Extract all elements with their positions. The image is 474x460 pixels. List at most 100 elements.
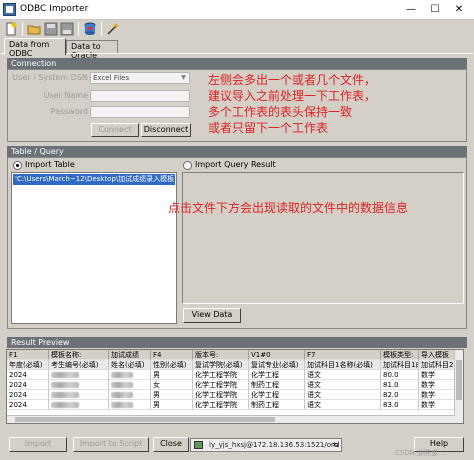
grid-cell[interactable]: 加试科目1成绩: [381, 360, 419, 370]
grid-cell[interactable]: 化学工程学院: [193, 400, 249, 410]
import-to-script-button[interactable]: Import to Script: [73, 437, 149, 452]
redaction-blur: [51, 382, 79, 388]
redacted-cell[interactable]: [49, 380, 109, 390]
tab-data-from-odbc[interactable]: Data from ODBC: [4, 38, 66, 58]
grid-cell[interactable]: 女: [151, 380, 193, 390]
grid-cell[interactable]: 化学工程学院: [193, 370, 249, 380]
new-document-icon[interactable]: [4, 22, 18, 36]
column-header[interactable]: F7: [305, 350, 381, 360]
grid-cell[interactable]: 制药工程: [249, 380, 305, 390]
vertical-scrollbar[interactable]: [454, 350, 463, 423]
redaction-blur: [111, 392, 133, 398]
grid-cell[interactable]: 2024: [7, 380, 49, 390]
table-row: 2024 女 化学工程学院 制药工程 语文 81.0 数学: [7, 380, 463, 390]
grid-cell[interactable]: 语文: [305, 390, 381, 400]
chevron-down-icon[interactable]: ▼: [179, 74, 188, 82]
database-icon[interactable]: [83, 22, 97, 36]
scrollbar-thumb[interactable]: [456, 360, 462, 400]
table-row: 2024 男 化学工程学院 制药工程 语文 83.0 数学: [7, 400, 463, 410]
grid-cell[interactable]: 数学: [419, 400, 457, 410]
close-button[interactable]: Close: [153, 437, 189, 452]
grid-cell[interactable]: 2024: [7, 370, 49, 380]
column-header[interactable]: 版本号:: [193, 350, 249, 360]
minimize-button[interactable]: —: [400, 2, 422, 17]
username-field[interactable]: [90, 90, 190, 102]
grid-cell[interactable]: 加试科目2名: [419, 360, 457, 370]
grid-cell[interactable]: 80.0: [381, 370, 419, 380]
grid-cell[interactable]: 数学: [419, 390, 457, 400]
grid-cell[interactable]: 2024: [7, 390, 49, 400]
grid-cell[interactable]: 化学工程: [249, 370, 305, 380]
grid-cell[interactable]: 数学: [419, 380, 457, 390]
result-preview-header: Result Preview: [7, 337, 467, 348]
window-title: ODBC Importer: [20, 4, 89, 14]
link-icon[interactable]: ⇆: [333, 441, 341, 449]
save-icon[interactable]: [44, 22, 58, 36]
grid-cell[interactable]: 数学: [419, 370, 457, 380]
column-header[interactable]: 导入模板: [419, 350, 457, 360]
query-textarea[interactable]: [182, 172, 464, 304]
grid-cell[interactable]: 82.0: [381, 390, 419, 400]
column-header[interactable]: 加试成绩: [109, 350, 151, 360]
redacted-cell[interactable]: [49, 390, 109, 400]
grid-cell[interactable]: 男: [151, 370, 193, 380]
table-row: 2024 男 化学工程学院 化学工程 语文 80.0 数学: [7, 370, 463, 380]
import-query-radio[interactable]: [183, 161, 192, 170]
dsn-combo[interactable]: Excel Files ▼: [90, 72, 190, 84]
grid-cell[interactable]: 年度(必填): [7, 360, 49, 370]
table-list[interactable]: 'C:\Users\March~12\Desktop\加试成绩录入模板 (: [11, 172, 177, 324]
grid-cell[interactable]: 83.0: [381, 400, 419, 410]
redacted-cell[interactable]: [49, 370, 109, 380]
connection-string-field[interactable]: ly_yjs_hxsj@172.18.136.53:1521/orcl: [190, 438, 342, 452]
result-grid[interactable]: F1 模板名称: 加试成绩 F4 版本号: V1#0 F7 模板类型: 导入模板…: [6, 349, 464, 424]
horizontal-scrollbar[interactable]: [7, 415, 455, 423]
magic-wand-icon[interactable]: [106, 22, 120, 36]
redacted-cell[interactable]: [109, 370, 151, 380]
selected-table-item[interactable]: 'C:\Users\March~12\Desktop\加试成绩录入模板 (: [13, 174, 175, 185]
column-header[interactable]: V1#0: [249, 350, 305, 360]
grid-cell[interactable]: 化学工程学院: [193, 380, 249, 390]
title-bar: ODBC Importer — ☐ ✕: [0, 0, 474, 20]
redacted-cell[interactable]: [49, 400, 109, 410]
grid-cell[interactable]: 语文: [305, 400, 381, 410]
grid-cell[interactable]: 语文: [305, 380, 381, 390]
open-folder-icon[interactable]: [27, 22, 41, 36]
column-header[interactable]: 模板类型:: [381, 350, 419, 360]
redacted-cell[interactable]: [109, 380, 151, 390]
redacted-cell[interactable]: [109, 400, 151, 410]
save-as-icon[interactable]: [60, 22, 74, 36]
grid-cell[interactable]: 男: [151, 400, 193, 410]
import-query-label: Import Query Result: [195, 160, 276, 169]
grid-cell[interactable]: 复试专业(必填): [249, 360, 305, 370]
column-header[interactable]: F4: [151, 350, 193, 360]
maximize-button[interactable]: ☐: [424, 2, 446, 17]
grid-cell[interactable]: 制药工程: [249, 400, 305, 410]
close-window-button[interactable]: ✕: [448, 2, 470, 17]
grid-cell[interactable]: 81.0: [381, 380, 419, 390]
annotation-note-mid: 点击文件下方会出现读取的文件中的数据信息: [168, 201, 409, 215]
redacted-cell[interactable]: [109, 390, 151, 400]
annotation-note-top: 左侧会多出一个或者几个文件， 建议导入之前处理一下工作表， 多个工作表的表头保持…: [208, 72, 376, 136]
grid-cell[interactable]: 语文: [305, 370, 381, 380]
import-table-radio[interactable]: [13, 161, 22, 170]
watermark: CSDN @陈俊 ...: [395, 449, 448, 457]
scrollbar-thumb[interactable]: [15, 417, 275, 422]
grid-cell[interactable]: 化学工程: [249, 390, 305, 400]
grid-cell[interactable]: 考生编号(必填): [49, 360, 109, 370]
grid-cell[interactable]: 化学工程学院: [193, 390, 249, 400]
grid-cell[interactable]: 加试科目1名称(必填): [305, 360, 381, 370]
password-field[interactable]: [90, 106, 190, 118]
grid-cell[interactable]: 2024: [7, 400, 49, 410]
view-data-button[interactable]: View Data: [183, 308, 241, 323]
column-header[interactable]: F1: [7, 350, 49, 360]
grid-cell[interactable]: 男: [151, 390, 193, 400]
connect-button[interactable]: Connect: [91, 123, 139, 137]
grid-cell[interactable]: 姓名(必填): [109, 360, 151, 370]
tab-data-to-oracle[interactable]: Data to Oracle: [66, 40, 118, 60]
password-label: Password: [50, 107, 88, 116]
grid-cell[interactable]: 复试学院(必填): [193, 360, 249, 370]
grid-cell[interactable]: 性别(必填): [151, 360, 193, 370]
disconnect-button[interactable]: Disconnect: [141, 123, 191, 137]
column-header[interactable]: 模板名称:: [49, 350, 109, 360]
import-button[interactable]: Import: [9, 437, 67, 452]
